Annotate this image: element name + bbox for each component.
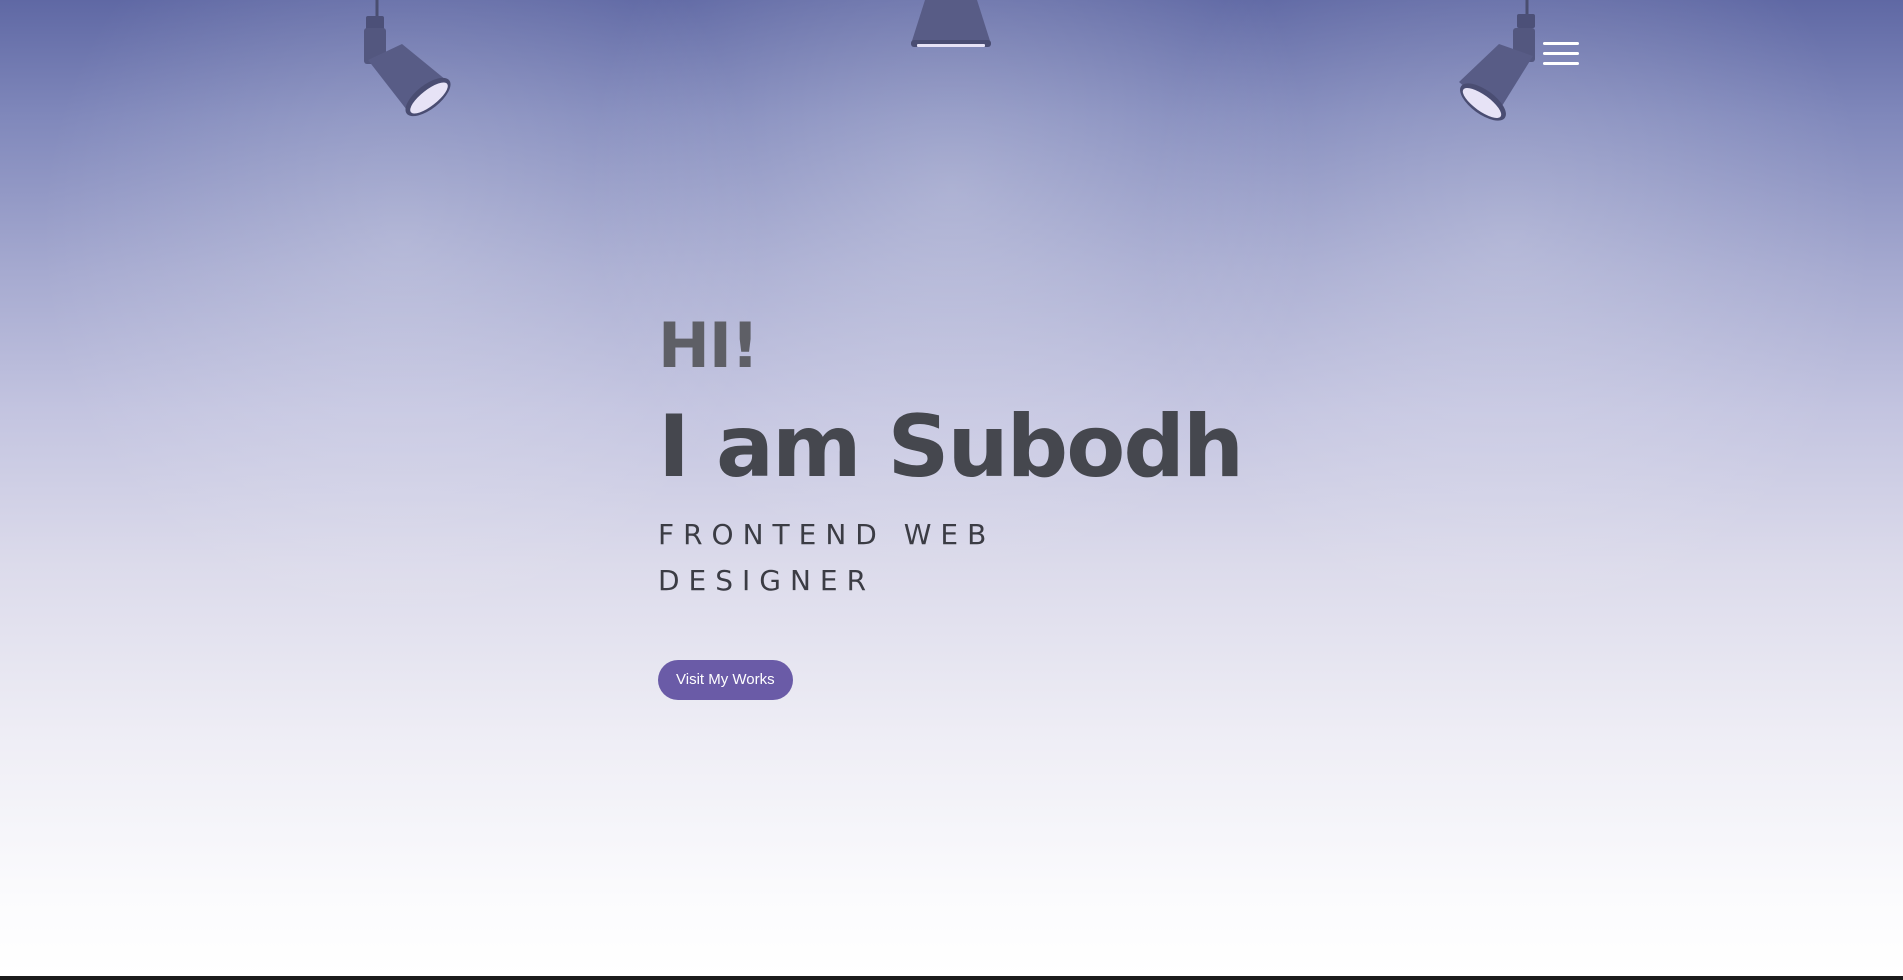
- role-subtitle: FRONTEND WEB DESIGNER: [658, 512, 1078, 604]
- visit-works-button[interactable]: Visit My Works: [658, 660, 793, 700]
- hamburger-menu-icon[interactable]: [1543, 40, 1579, 68]
- spotlight-left-icon: [364, 0, 451, 117]
- menu-bar: [1543, 52, 1579, 55]
- menu-bar: [1543, 42, 1579, 45]
- role-line: FRONTEND WEB: [658, 518, 996, 551]
- menu-bar: [1543, 62, 1579, 65]
- page-bottom-border: [0, 976, 1903, 980]
- spotlight-center-icon: [911, 0, 991, 47]
- hero-content: HI! I am Subodh FRONTEND WEB DESIGNER Vi…: [658, 300, 1358, 700]
- role-line: DESIGNER: [658, 564, 876, 597]
- greeting-heading: HI!: [658, 309, 759, 382]
- name-heading: I am Subodh: [658, 397, 1244, 497]
- hero-section: HI! I am Subodh FRONTEND WEB DESIGNER Vi…: [0, 0, 1903, 976]
